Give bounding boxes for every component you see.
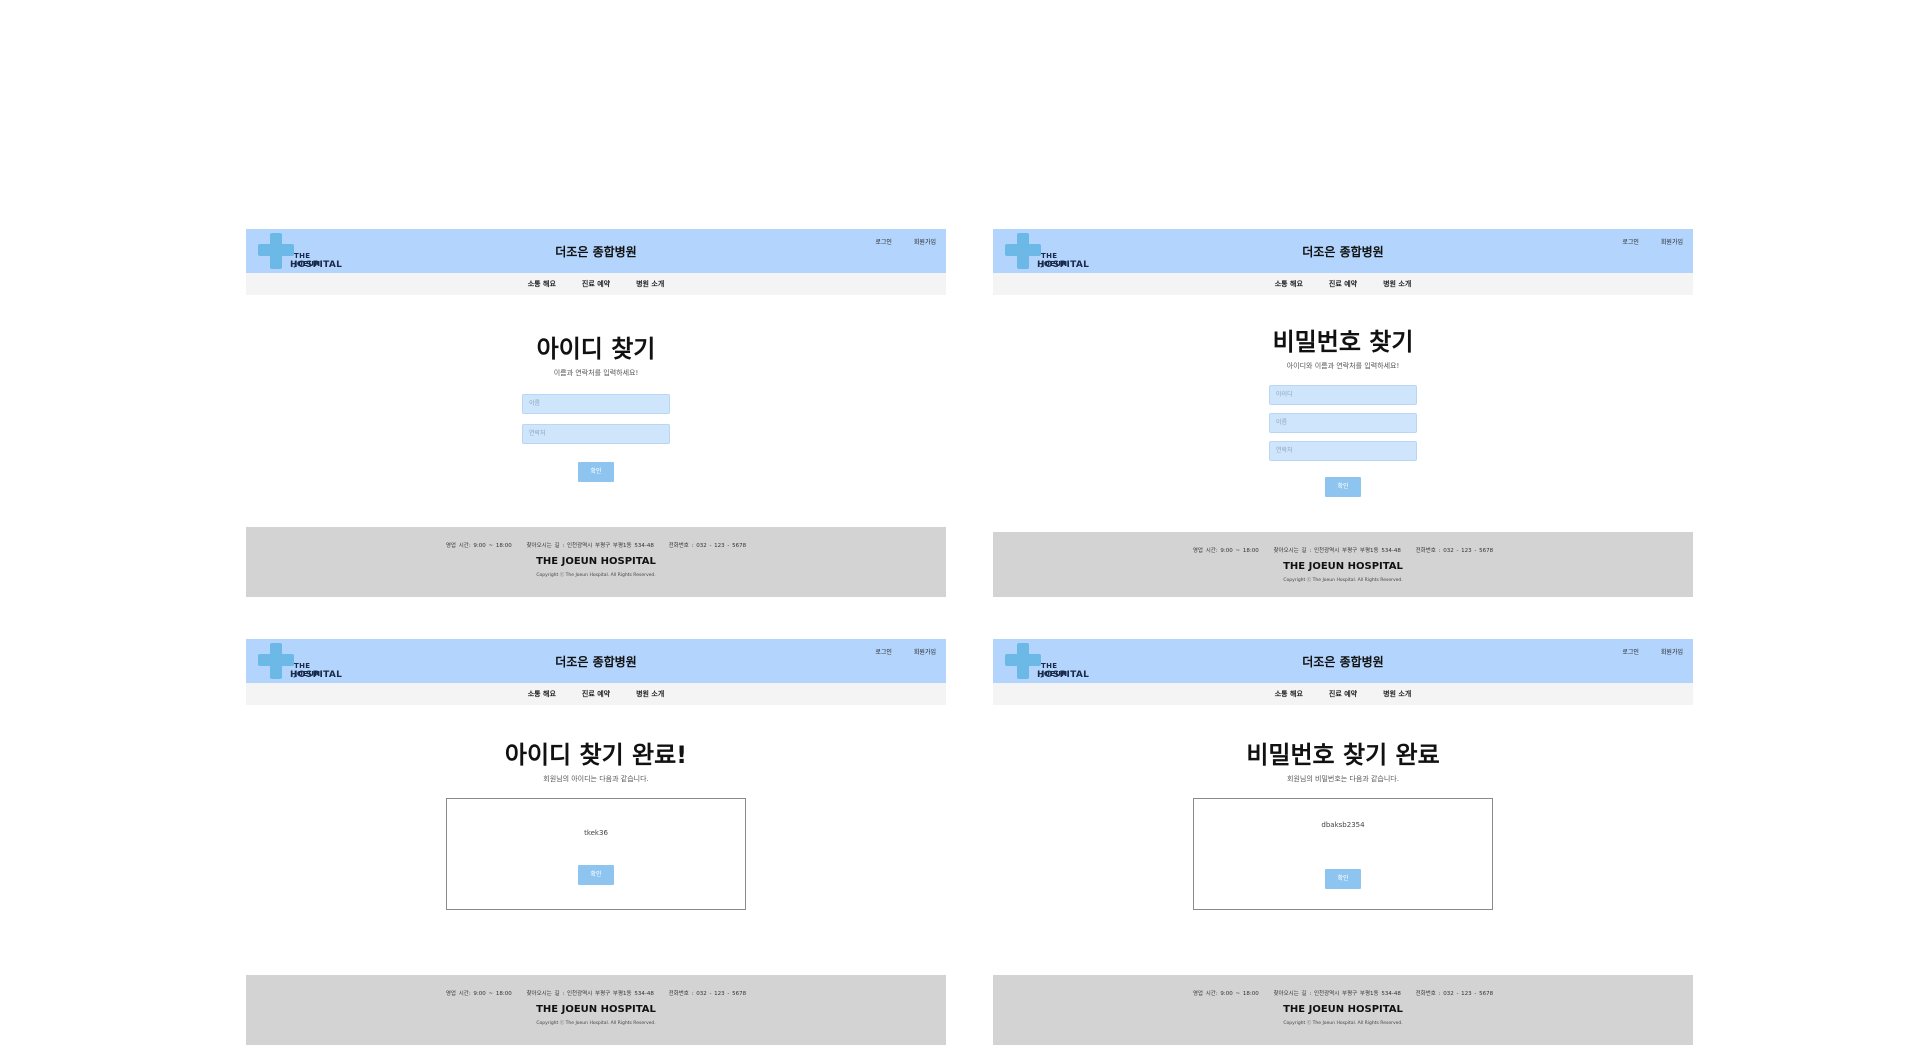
nav-item-reservation[interactable]: 진료 예약 [1329,689,1357,699]
footer-info: 영업 시간: 9:00 ~ 18:00 찾아오시는 길 : 인천광역시 부평구 … [993,989,1693,997]
site-footer: 영업 시간: 9:00 ~ 18:00 찾아오시는 길 : 인천광역시 부평구 … [246,527,946,597]
footer-brand: THE JOEUN HOSPITAL [1283,561,1403,572]
main-content: 아이디 찾기 이름과 연락처를 입력하세요! 이름 연락처 확인 [246,295,946,482]
footer-brand: THE JOEUN HOSPITAL [1283,1004,1403,1015]
phone-input[interactable]: 연락처 [1269,441,1417,461]
site-header: THE JOEUN HOSPITAL 더조은 종합병원 로그인 회원가입 [993,639,1693,683]
site-header: THE JOEUN HOSPITAL 더조은 종합병원 로그인 회원가입 [246,639,946,683]
nav-item-community[interactable]: 소통 해요 [1275,689,1303,699]
name-input[interactable]: 이름 [522,394,670,414]
nav-item-about[interactable]: 병원 소개 [1383,279,1411,289]
site-footer: 영업 시간: 9:00 ~ 18:00 찾아오시는 길 : 인천광역시 부평구 … [993,975,1693,1045]
logo-text-line2: HOSPITAL [1037,260,1090,270]
result-box: dbaksb2354 확인 [1193,798,1493,910]
panel-id-found: THE JOEUN HOSPITAL 더조은 종합병원 로그인 회원가입 소통 … [246,639,946,1045]
name-input[interactable]: 이름 [1269,413,1417,433]
signup-link[interactable]: 회원가입 [914,237,936,246]
login-link[interactable]: 로그인 [875,647,892,656]
top-links: 로그인 회원가입 [875,647,936,656]
footer-phone: 전화번호 : 032 - 123 - 5678 [1415,991,1494,997]
site-title: 더조은 종합병원 [555,245,637,259]
main-nav: 소통 해요 진료 예약 병원 소개 [246,273,946,295]
result-box: tkek36 확인 [446,798,746,910]
confirm-button[interactable]: 확인 [1325,869,1361,889]
nav-item-about[interactable]: 병원 소개 [1383,689,1411,699]
page-title: 비밀번호 찾기 [1272,328,1414,356]
login-link[interactable]: 로그인 [1622,647,1639,656]
top-links: 로그인 회원가입 [1622,237,1683,246]
footer-brand: THE JOEUN HOSPITAL [536,1004,656,1015]
site-title: 더조은 종합병원 [1302,245,1384,259]
logo-text-line2: HOSPITAL [1037,670,1090,680]
site-title: 더조은 종합병원 [1302,655,1384,669]
signup-link[interactable]: 회원가입 [1661,237,1683,246]
main-content: 비밀번호 찾기 완료 회원님의 비밀번호는 다음과 같습니다. dbaksb23… [993,705,1693,910]
confirm-button[interactable]: 확인 [578,462,614,482]
logo-text-line2: HOSPITAL [290,670,343,680]
site-footer: 영업 시간: 9:00 ~ 18:00 찾아오시는 길 : 인천광역시 부평구 … [993,532,1693,597]
panel-find-id: THE JOEUN HOSPITAL 더조은 종합병원 로그인 회원가입 소통 … [246,229,946,597]
nav-item-about[interactable]: 병원 소개 [636,689,664,699]
footer-info: 영업 시간: 9:00 ~ 18:00 찾아오시는 길 : 인천광역시 부평구 … [993,546,1693,554]
footer-phone: 전화번호 : 032 - 123 - 5678 [1415,548,1494,554]
site-title: 더조은 종합병원 [555,655,637,669]
logo-text-line2: HOSPITAL [290,260,343,270]
page-subtitle: 아이디와 이름과 연락처를 입력하세요! [1286,362,1400,370]
page-subtitle: 이름과 연락처를 입력하세요! [553,369,639,377]
confirm-button[interactable]: 확인 [1325,477,1361,497]
site-footer: 영업 시간: 9:00 ~ 18:00 찾아오시는 길 : 인천광역시 부평구 … [246,975,946,1045]
footer-copyright: Copyright ⓒ The Joeun Hospital. All Righ… [536,573,656,578]
login-link[interactable]: 로그인 [1622,237,1639,246]
main-content: 아이디 찾기 완료! 회원님의 아이디는 다음과 같습니다. tkek36 확인 [246,705,946,910]
main-nav: 소통 해요 진료 예약 병원 소개 [246,683,946,705]
found-id-value: tkek36 [584,829,608,837]
main-nav: 소통 해요 진료 예약 병원 소개 [993,273,1693,295]
page-subtitle: 회원님의 아이디는 다음과 같습니다. [543,775,649,783]
footer-hours: 영업 시간: 9:00 ~ 18:00 [445,991,512,997]
nav-item-reservation[interactable]: 진료 예약 [582,689,610,699]
page-title: 아이디 찾기 [536,335,656,363]
footer-phone: 전화번호 : 032 - 123 - 5678 [668,991,747,997]
nav-item-community[interactable]: 소통 해요 [528,689,556,699]
nav-item-community[interactable]: 소통 해요 [528,279,556,289]
footer-info: 영업 시간: 9:00 ~ 18:00 찾아오시는 길 : 인천광역시 부평구 … [246,541,946,549]
page-subtitle: 회원님의 비밀번호는 다음과 같습니다. [1287,775,1399,783]
footer-copyright: Copyright ⓒ The Joeun Hospital. All Righ… [536,1021,656,1026]
footer-address: 찾아오시는 길 : 인천광역시 부평구 부평1동 534-48 [526,991,654,997]
page-title: 비밀번호 찾기 완료 [1246,741,1440,769]
footer-copyright: Copyright ⓒ The Joeun Hospital. All Righ… [1283,1021,1403,1026]
found-password-value: dbaksb2354 [1321,821,1365,829]
login-link[interactable]: 로그인 [875,237,892,246]
signup-link[interactable]: 회원가입 [1661,647,1683,656]
footer-hours: 영업 시간: 9:00 ~ 18:00 [1192,548,1259,554]
page-title: 아이디 찾기 완료! [504,741,688,769]
footer-brand: THE JOEUN HOSPITAL [536,556,656,567]
top-links: 로그인 회원가입 [875,237,936,246]
signup-link[interactable]: 회원가입 [914,647,936,656]
nav-item-reservation[interactable]: 진료 예약 [582,279,610,289]
footer-copyright: Copyright ⓒ The Joeun Hospital. All Righ… [1283,578,1403,583]
top-links: 로그인 회원가입 [1622,647,1683,656]
id-input[interactable]: 아이디 [1269,385,1417,405]
footer-address: 찾아오시는 길 : 인천광역시 부평구 부평1동 534-48 [526,543,654,549]
footer-address: 찾아오시는 길 : 인천광역시 부평구 부평1동 534-48 [1273,548,1401,554]
footer-hours: 영업 시간: 9:00 ~ 18:00 [445,543,512,549]
nav-item-about[interactable]: 병원 소개 [636,279,664,289]
footer-hours: 영업 시간: 9:00 ~ 18:00 [1192,991,1259,997]
panel-find-password: THE JOEUN HOSPITAL 더조은 종합병원 로그인 회원가입 소통 … [993,229,1693,597]
nav-item-reservation[interactable]: 진료 예약 [1329,279,1357,289]
footer-info: 영업 시간: 9:00 ~ 18:00 찾아오시는 길 : 인천광역시 부평구 … [246,989,946,997]
panel-password-found: THE JOEUN HOSPITAL 더조은 종합병원 로그인 회원가입 소통 … [993,639,1693,1045]
main-nav: 소통 해요 진료 예약 병원 소개 [993,683,1693,705]
footer-address: 찾아오시는 길 : 인천광역시 부평구 부평1동 534-48 [1273,991,1401,997]
phone-input[interactable]: 연락처 [522,424,670,444]
main-content: 비밀번호 찾기 아이디와 이름과 연락처를 입력하세요! 아이디 이름 연락처 … [993,295,1693,497]
site-header: THE JOEUN HOSPITAL 더조은 종합병원 로그인 회원가입 [993,229,1693,273]
nav-item-community[interactable]: 소통 해요 [1275,279,1303,289]
site-header: THE JOEUN HOSPITAL 더조은 종합병원 로그인 회원가입 [246,229,946,273]
footer-phone: 전화번호 : 032 - 123 - 5678 [668,543,747,549]
confirm-button[interactable]: 확인 [578,865,614,885]
